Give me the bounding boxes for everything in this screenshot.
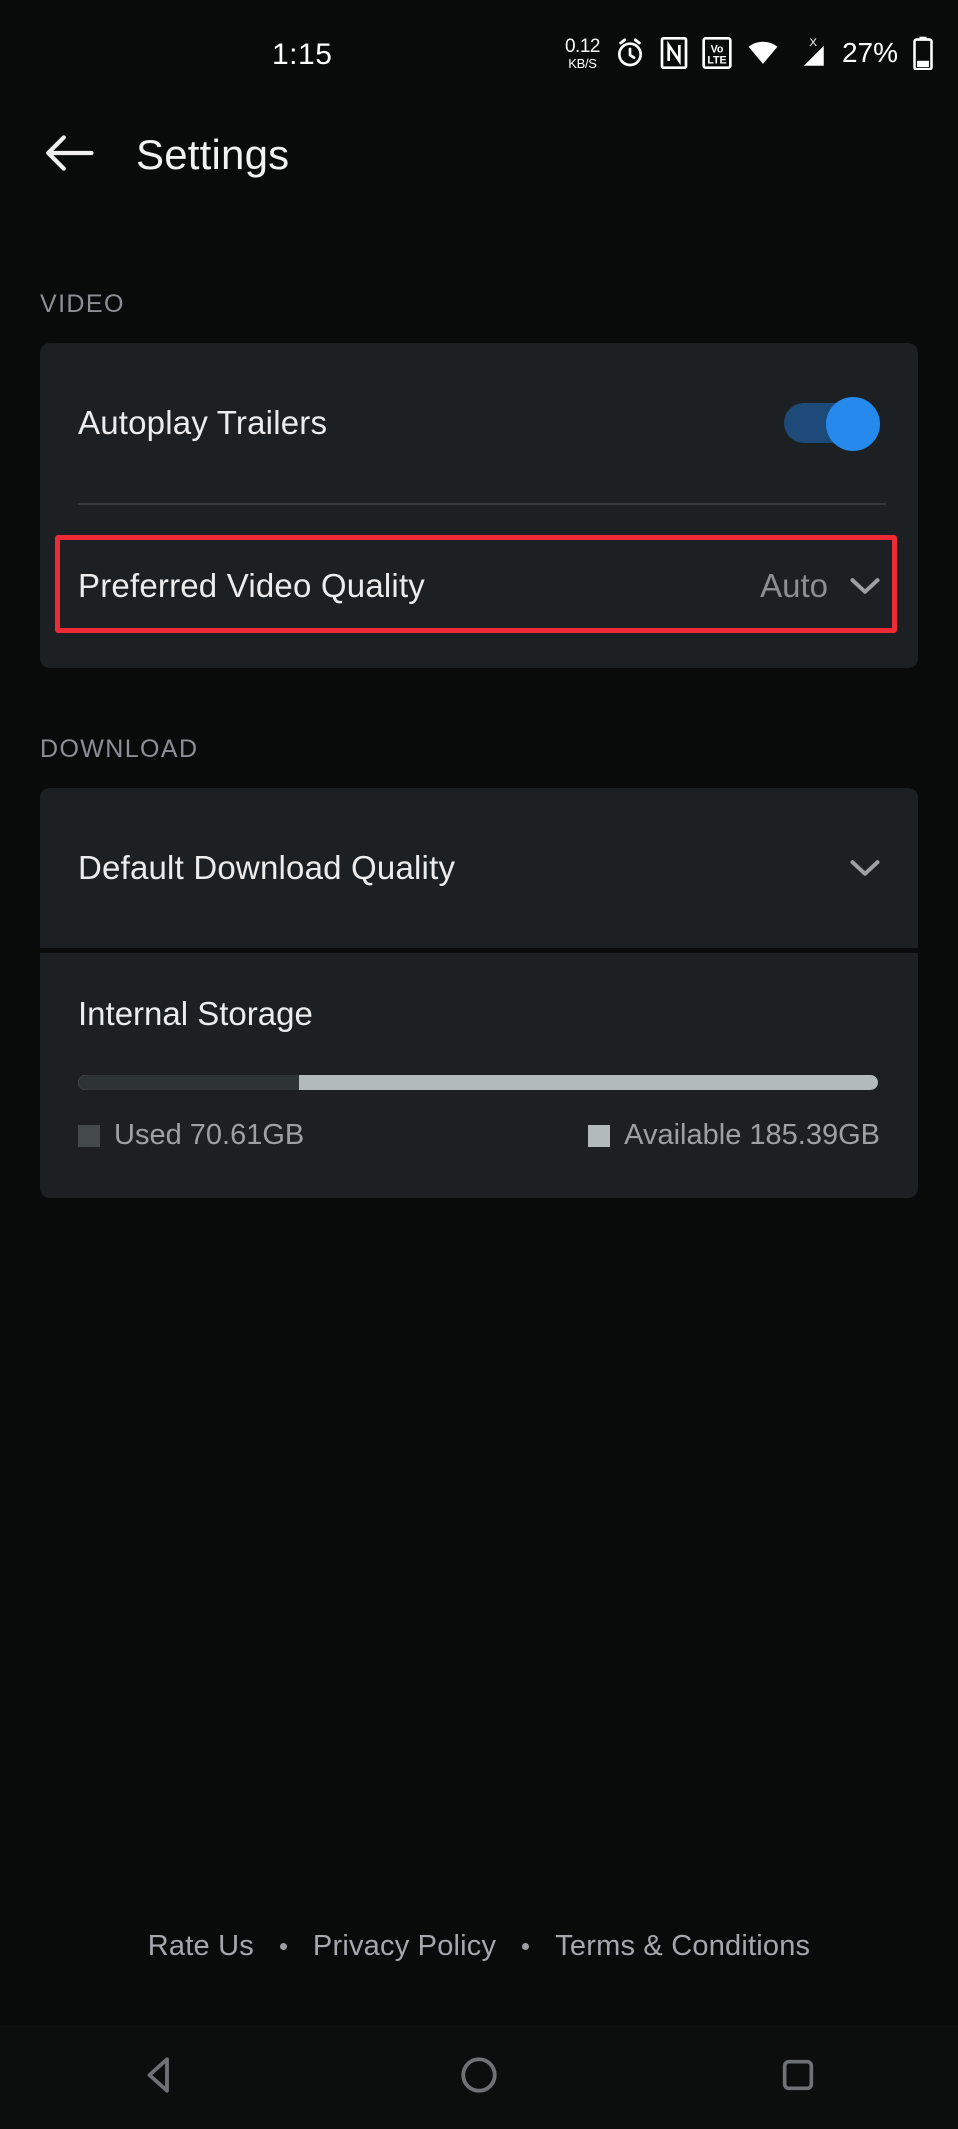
network-speed-unit: KB/S — [568, 55, 597, 71]
volte-icon: Vo LTE — [702, 37, 732, 69]
battery-percent-label: 27% — [841, 37, 898, 68]
row-control-preferred-video-quality[interactable]: Auto — [760, 567, 880, 605]
row-label-preferred-video-quality: Preferred Video Quality — [78, 566, 426, 604]
svg-text:Vo: Vo — [711, 43, 724, 55]
status-icon-tray: 0.12 KB/S Vo LTE X 27% — [565, 36, 934, 70]
row-control-autoplay-trailers — [784, 397, 880, 451]
android-navigation-bar — [0, 2025, 958, 2129]
chevron-down-icon[interactable] — [850, 576, 880, 596]
cellular-signal-no-sim-icon: X — [794, 36, 828, 70]
legend-swatch-available-icon — [588, 1124, 611, 1147]
section-header-download: DOWNLOAD — [40, 735, 199, 763]
phone-screen: 1:15 0.12 KB/S Vo LTE X 27% Settings VID… — [0, 0, 958, 2129]
storage-legend-available: Available 185.39GB — [588, 1119, 880, 1152]
status-bar: 1:15 0.12 KB/S Vo LTE X 27% — [0, 0, 958, 96]
svg-text:LTE: LTE — [707, 55, 726, 67]
nav-back-button[interactable] — [100, 2025, 220, 2129]
storage-legend-used: Used 70.61GB — [78, 1119, 304, 1152]
row-control-default-download-quality[interactable] — [828, 858, 880, 878]
row-label-autoplay-trailers: Autoplay Trailers — [78, 404, 328, 441]
footer-link-privacy-policy[interactable]: Privacy Policy — [313, 1930, 496, 1963]
nav-home-button[interactable] — [419, 2025, 539, 2129]
chevron-down-icon[interactable] — [850, 858, 880, 878]
nav-recents-icon — [778, 2055, 818, 2100]
nav-back-icon — [139, 2054, 181, 2101]
nav-home-icon — [458, 2054, 500, 2101]
preferred-video-quality-value: Auto — [760, 566, 828, 604]
storage-used-label: Used 70.61GB — [114, 1119, 305, 1151]
internal-storage-card: Internal Storage Used 70.61GB Available … — [40, 953, 918, 1198]
legend-swatch-used-icon — [78, 1124, 100, 1147]
storage-legend: Used 70.61GB Available 185.39GB — [78, 1119, 880, 1152]
footer-link-rate-us[interactable]: Rate Us — [148, 1930, 254, 1963]
row-preferred-video-quality[interactable]: Preferred Video Quality Auto — [40, 503, 918, 668]
row-default-download-quality[interactable]: Default Download Quality — [40, 788, 918, 948]
svg-text:X: X — [809, 37, 817, 49]
app-bar: Settings — [0, 96, 958, 214]
footer-separator-dot-icon — [522, 1943, 530, 1950]
storage-usage-bar — [78, 1075, 878, 1090]
footer-links: Rate Us Privacy Policy Terms & Condition… — [0, 1930, 958, 1963]
status-time: 1:15 — [272, 38, 333, 71]
arrow-left-icon — [43, 133, 95, 178]
footer-link-terms-conditions[interactable]: Terms & Conditions — [555, 1930, 810, 1963]
page-title: Settings — [136, 131, 290, 178]
row-label-default-download-quality: Default Download Quality — [78, 849, 456, 886]
alarm-clock-icon — [614, 37, 646, 69]
autoplay-trailers-toggle[interactable] — [784, 397, 880, 451]
section-header-video: VIDEO — [40, 290, 125, 318]
storage-used-segment — [78, 1075, 299, 1090]
toggle-thumb — [826, 397, 880, 451]
nav-recents-button[interactable] — [738, 2025, 858, 2129]
network-speed-value: 0.12 — [564, 35, 600, 57]
video-settings-card: Autoplay Trailers Preferred Video Qualit… — [40, 343, 918, 668]
storage-available-label: Available 185.39GB — [624, 1119, 880, 1151]
storage-title: Internal Storage — [78, 995, 313, 1032]
battery-icon — [912, 36, 934, 70]
nfc-icon — [660, 37, 688, 69]
back-button[interactable] — [40, 126, 98, 184]
wifi-icon — [746, 38, 780, 68]
network-speed-indicator: 0.12 KB/S — [565, 37, 600, 70]
footer-separator-dot-icon — [279, 1943, 287, 1950]
row-autoplay-trailers[interactable]: Autoplay Trailers — [40, 343, 918, 503]
download-settings-card: Default Download Quality — [40, 788, 918, 948]
